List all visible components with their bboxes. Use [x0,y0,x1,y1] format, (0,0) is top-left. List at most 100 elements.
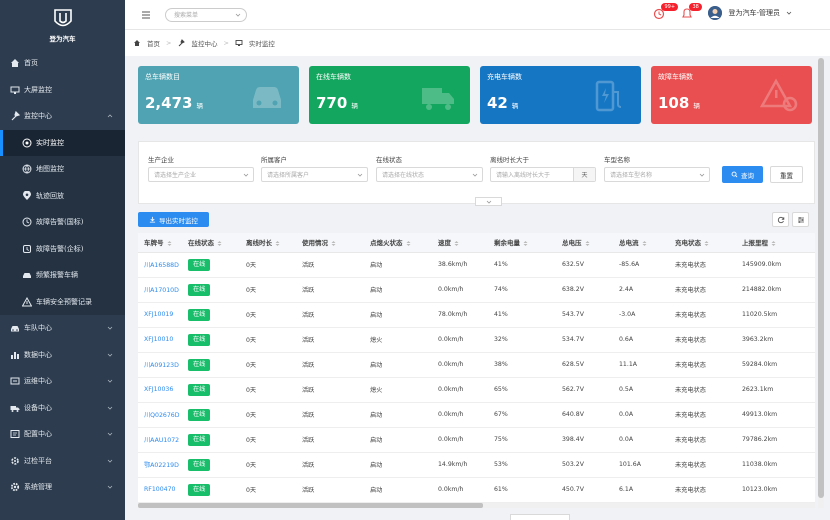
column-header[interactable]: 上报里程 [736,233,815,253]
model-select[interactable]: 请选择车型名称 [604,167,710,182]
sort-icon[interactable] [704,240,709,247]
wrench-icon [179,39,186,47]
plate-number-link[interactable]: 川Q02676D [138,402,182,428]
table-row[interactable]: XFJ10010 在线 0天 活跃 熄火 0.0km/h 32% 534.7V 0.6A 未充电状… [138,327,815,353]
column-header[interactable]: 剩余电量 [488,233,556,253]
plate-number-link[interactable]: 川A16588D [138,252,182,278]
column-header[interactable]: 点熄火状态 [364,233,432,253]
column-header-label: 点熄火状态 [370,239,403,248]
notification-button[interactable]: 38 [680,3,702,20]
column-settings-button[interactable] [792,212,809,227]
brand-logo-icon [53,8,72,26]
online-status-select[interactable]: 请选择在线状态 [376,167,483,182]
column-header[interactable]: 总电压 [556,233,613,253]
sort-icon[interactable] [585,240,590,247]
sidebar-item-bar-chart[interactable]: 数据中心 [0,342,125,369]
scrollbar-thumb[interactable] [818,58,824,498]
plate-number-link[interactable]: 川A17010D [138,277,182,303]
sidebar-item-clock[interactable]: 故障告警(国标) [0,209,125,236]
sidebar-item-home[interactable]: 首页 [0,50,125,77]
table-row[interactable]: 川A09123D 在线 0天 活跃 启动 0.0km/h 38% 628.5V 11.1A 未充电… [138,352,815,378]
sort-icon[interactable] [406,240,411,247]
table-cell: 0天 [240,327,296,353]
sort-icon[interactable] [771,240,776,247]
reset-button[interactable]: 重置 [770,166,803,183]
table-row[interactable]: 川Q02676D 在线 0天 活跃 启动 0.0km/h 67% 640.8V 0.0A 未充电状… [138,402,815,428]
vertical-scrollbar[interactable] [818,58,824,508]
column-header[interactable]: 总电流 [613,233,669,253]
sort-icon[interactable] [523,240,528,247]
sidebar-item-circle-dot[interactable]: 实时监控 [0,129,125,156]
plate-number-link[interactable]: 川A09123D [138,352,182,378]
table-cell: 2.4A [613,277,669,303]
sort-icon[interactable] [167,240,172,247]
table-row[interactable]: XFJ10036 在线 0天 活跃 熄火 0.0km/h 65% 562.7V 0.5A 未充电状… [138,377,815,403]
customer-select[interactable]: 请选择所属客户 [261,167,368,182]
chevron-down-icon [486,200,491,204]
notification-badge: 38 [689,3,702,11]
column-header[interactable]: 在线状态 [182,233,240,253]
plate-number-link[interactable]: 川AAU1072 [138,427,182,453]
alarm-clock-button[interactable]: 99+ [652,3,679,20]
sort-icon[interactable] [454,240,459,247]
horizontal-scrollbar[interactable] [138,503,815,508]
table-row[interactable]: 川A17010D 在线 0天 活跃 启动 0.0km/h 74% 638.2V 2.4A 未充电状… [138,277,815,303]
plate-number-link[interactable]: XFJ10019 [138,302,182,328]
breadcrumb-home[interactable]: 首页 [147,38,160,48]
warning-icon [22,296,32,307]
table-cell: 101.6A [613,452,669,478]
pagination[interactable] [510,514,570,520]
table-row[interactable]: XFJ10019 在线 0天 活跃 启动 78.0km/h 41% 543.7V -3.0A 未充… [138,302,815,328]
table-row[interactable]: 鄂A02219D 在线 0天 活跃 启动 14.9km/h 53% 503.2V 101.6A 未… [138,452,815,478]
column-header[interactable]: 使用情况 [296,233,364,253]
column-header[interactable]: 速度 [432,233,488,253]
column-header[interactable]: 离线时长 [240,233,296,253]
column-header[interactable]: 车牌号 [138,233,182,253]
sort-icon[interactable] [642,240,647,247]
sidebar-item-config[interactable]: 配置中心 [0,421,125,448]
menu-search-input[interactable]: 搜索菜单 [165,7,247,22]
plate-number-link[interactable]: XFJ10010 [138,327,182,353]
sort-icon[interactable] [217,240,222,247]
refresh-button[interactable] [772,212,789,227]
scrollbar-thumb[interactable] [138,503,483,508]
sort-icon[interactable] [331,240,336,247]
column-header[interactable]: 充电状态 [669,233,736,253]
sidebar-item-tools[interactable]: 运维中心 [0,368,125,395]
gear-icon [10,483,20,492]
sidebar-item-alarm[interactable]: 故障告警(企标) [0,235,125,262]
refresh-icon [777,216,784,223]
sidebar-item-truck[interactable]: 设备中心 [0,395,125,422]
sidebar-item-gear[interactable]: 系统管理 [0,474,125,501]
column-header-label: 车牌号 [144,239,164,248]
plate-number-link[interactable]: 鄂A02219D [138,452,182,478]
sidebar-menu: 首页 大屏监控 监控中心 实时监控 地图监控 轨迹回放 故障告警(国标) 故障告警(企标) 频繁… [0,50,125,501]
table-row[interactable]: 川AAU1072 在线 0天 活跃 启动 0.0km/h 75% 398.4V 0.0A 未充电状… [138,427,815,453]
export-button[interactable]: 导出实时监控 [138,212,209,227]
query-button[interactable]: 查询 [722,166,763,183]
table-row[interactable]: 川A16588D 在线 0天 活跃 启动 38.6km/h 41% 632.5V -85.6A 未… [138,252,815,278]
sidebar-item-car-alert[interactable]: 频繁报警车辆 [0,262,125,289]
table-cell: 78.0km/h [432,302,488,328]
plate-number-link[interactable]: XFJ10036 [138,377,182,403]
status-badge: 在线 [188,308,211,321]
table-cell: 640.8V [556,402,613,428]
sidebar-item-wrench[interactable]: 监控中心 [0,103,125,130]
offline-duration-input[interactable]: 请输入离线时长大于 天 [490,167,596,182]
sort-icon[interactable] [275,240,280,247]
user-menu[interactable]: 登为汽车-管理员 [708,6,792,20]
sidebar-item-globe[interactable]: 地图监控 [0,156,125,183]
sidebar-item-car[interactable]: 车队中心 [0,315,125,342]
menu-toggle-icon[interactable] [141,10,151,20]
breadcrumb-level1[interactable]: 监控中心 [191,38,217,48]
manufacturer-select[interactable]: 请选择生产企业 [148,167,254,182]
sidebar-item-warning[interactable]: 车辆安全预警记录 [0,288,125,315]
collapse-filters-button[interactable] [475,197,502,206]
sidebar-item-location-pin[interactable]: 轨迹回放 [0,182,125,209]
table-cell: 启动 [364,452,432,478]
sidebar-item-monitor[interactable]: 大屏监控 [0,77,125,104]
plate-number-link[interactable]: RF100470 [138,477,182,503]
table-row[interactable]: RF100470 在线 0天 活跃 启动 0.0km/h 61% 450.7V 6.1A 未充电状… [138,477,815,503]
days-suffix: 天 [573,168,595,181]
sidebar-item-check[interactable]: 过检平台 [0,448,125,475]
